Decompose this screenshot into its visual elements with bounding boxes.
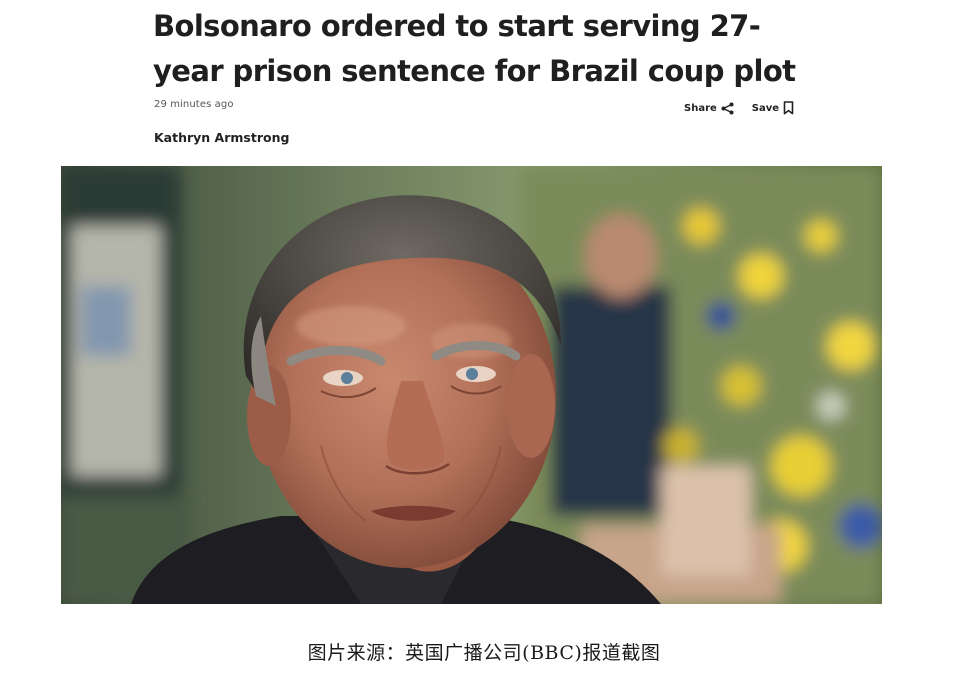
headline-line-2: year prison sentence for Brazil coup plo… — [153, 54, 796, 88]
share-icon — [721, 102, 734, 114]
save-button[interactable]: Save — [752, 101, 794, 115]
article-actions: Share Save — [684, 101, 794, 115]
bookmark-icon — [783, 101, 794, 115]
image-caption: 图片来源：英国广播公司(BBC)报道截图 — [307, 642, 661, 664]
share-label: Share — [684, 102, 717, 114]
article-timestamp: 29 minutes ago — [154, 99, 234, 110]
hero-image — [61, 166, 882, 604]
headline-line-1: Bolsonaro ordered to start serving 27- — [153, 9, 761, 43]
share-button[interactable]: Share — [684, 102, 734, 115]
hero-photo-illustration — [61, 166, 882, 604]
article-byline: Kathryn Armstrong — [154, 130, 290, 145]
save-label: Save — [751, 102, 780, 114]
article-headline: Bolsonaro ordered to start serving 27- y… — [153, 4, 833, 94]
